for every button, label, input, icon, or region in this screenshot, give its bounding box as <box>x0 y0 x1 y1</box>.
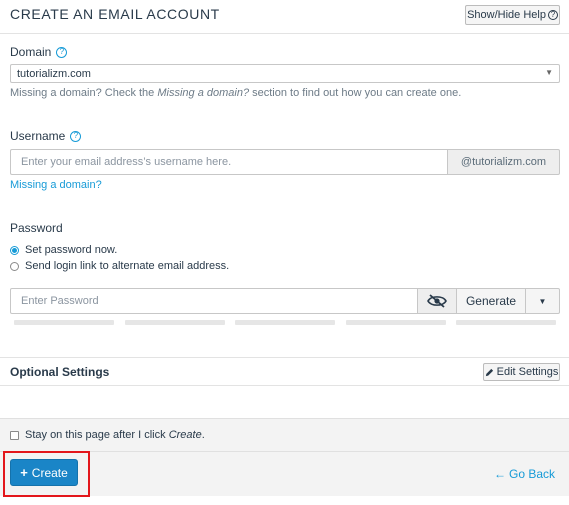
missing-domain-link[interactable]: Missing a domain? <box>10 179 102 191</box>
password-label: Password <box>10 221 63 235</box>
page-header: CREATE AN EMAIL ACCOUNT Show/Hide Help ? <box>0 0 569 34</box>
eye-slash-icon <box>427 294 447 308</box>
go-back-link[interactable]: ← Go Back <box>494 467 555 481</box>
password-input[interactable] <box>10 288 418 314</box>
caret-down-icon: ▼ <box>538 296 547 306</box>
pencil-icon <box>485 368 493 376</box>
domain-label: Domain <box>10 45 52 59</box>
go-back-label: Go Back <box>509 467 556 481</box>
show-hide-help-button[interactable]: Show/Hide Help ? <box>465 5 560 25</box>
stay-on-page-label: Stay on this page after I click Create. <box>25 429 205 441</box>
domain-help-icon[interactable]: ? <box>56 46 68 58</box>
page-title: CREATE AN EMAIL ACCOUNT <box>10 6 220 22</box>
help-button-label: Show/Hide Help <box>467 9 546 21</box>
domain-selected-value: tutorializm.com <box>17 67 91 80</box>
optional-settings-bar: Optional Settings Edit Settings <box>0 357 569 386</box>
arrow-left-icon: ← <box>494 467 506 481</box>
generate-password-button[interactable]: Generate <box>456 288 526 314</box>
generate-options-dropdown[interactable]: ▼ <box>525 288 560 314</box>
strength-meter-segment <box>125 320 225 325</box>
stay-on-page-checkbox[interactable] <box>10 430 19 440</box>
create-button[interactable]: + Create <box>10 459 78 486</box>
radio-button[interactable] <box>10 261 19 271</box>
domain-select[interactable]: tutorializm.com ▼ <box>10 64 560 83</box>
domain-help-text: Missing a domain? Check the Missing a do… <box>10 87 462 99</box>
edit-settings-label: Edit Settings <box>496 366 559 378</box>
strength-meter-segment <box>235 320 335 325</box>
stay-on-page-checkbox-row[interactable]: Stay on this page after I click Create. <box>10 429 205 441</box>
username-label: Username <box>10 129 66 143</box>
radio-send-login-link[interactable]: Send login link to alternate email addre… <box>10 260 229 272</box>
edit-settings-button[interactable]: Edit Settings <box>483 363 560 381</box>
strength-meter-segment <box>346 320 446 325</box>
optional-settings-title: Optional Settings <box>10 365 110 379</box>
radio-set-password-label: Set password now. <box>25 244 118 256</box>
chevron-down-icon: ▼ <box>545 68 553 77</box>
username-input[interactable] <box>10 149 448 175</box>
radio-button-selected[interactable] <box>10 245 19 255</box>
plus-icon: + <box>20 465 28 480</box>
radio-send-link-label: Send login link to alternate email addre… <box>25 260 230 272</box>
question-icon: ? <box>547 10 558 20</box>
domain-suffix-addon: @tutorializm.com <box>447 149 560 175</box>
strength-meter-segment <box>14 320 114 325</box>
create-label: Create <box>31 465 68 480</box>
radio-set-password-now[interactable]: Set password now. <box>10 244 117 256</box>
toggle-visibility-button[interactable] <box>417 288 457 314</box>
username-label-row: Username ? <box>10 129 82 143</box>
domain-label-row: Domain ? <box>10 45 68 59</box>
strength-meter-segment <box>456 320 556 325</box>
username-help-icon[interactable]: ? <box>70 130 82 142</box>
